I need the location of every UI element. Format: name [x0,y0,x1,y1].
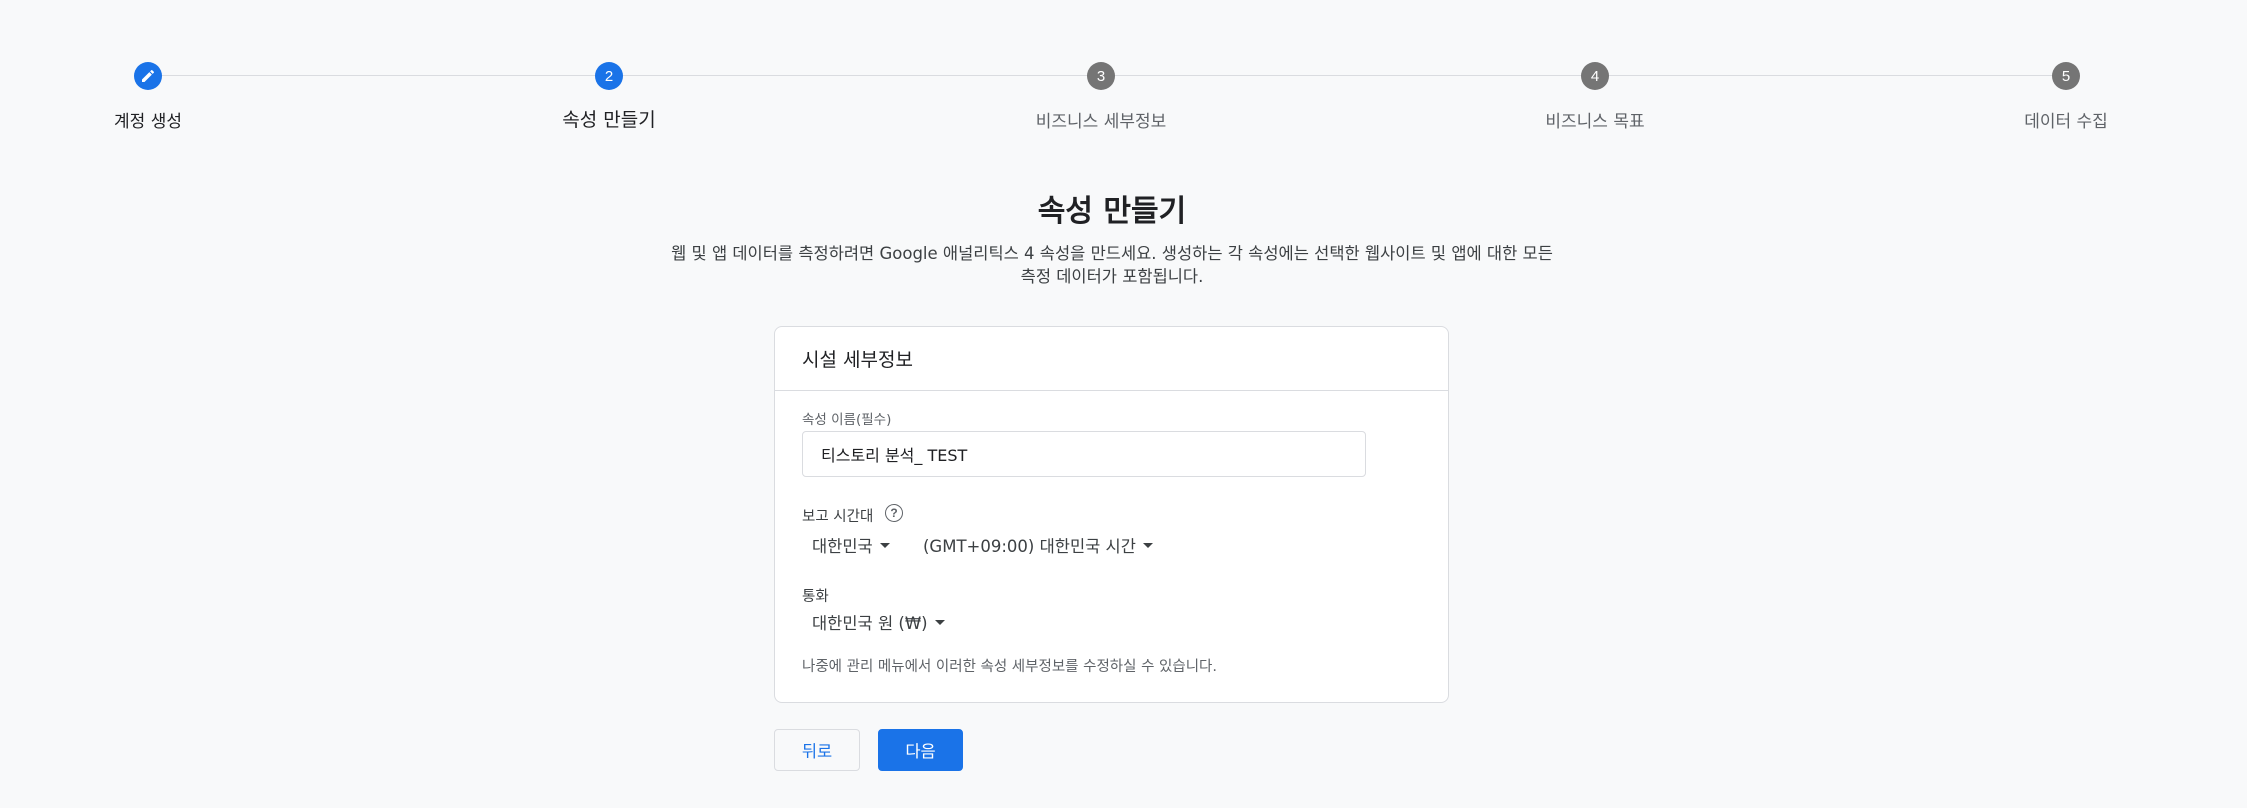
timezone-label: 보고 시간대 [802,509,874,525]
step-create-account: 계정 생성 [18,62,278,132]
step-label: 비즈니스 목표 [1545,112,1645,132]
card-header: 시설 세부정보 [775,327,1448,391]
step-label: 데이터 수집 [2024,112,2108,132]
step-label: 속성 만들기 [562,109,656,131]
caret-down-icon [1142,542,1153,548]
currency-label: 통화 [802,589,829,605]
currency-select-value: 대한민국 원 (₩) [812,614,928,633]
step-circle-done [134,62,162,90]
property-name-label: 속성 이름(필수) [802,412,892,428]
step-label: 계정 생성 [114,112,182,132]
step-business-goals: 4 비즈니스 목표 [1465,62,1725,132]
timezone-select-value: (GMT+09:00) 대한민국 시간 [923,537,1136,556]
edit-later-note: 나중에 관리 메뉴에서 이러한 속성 세부정보를 수정하실 수 있습니다. [802,659,1217,675]
step-number: 2 [595,62,623,90]
timezone-select[interactable]: (GMT+09:00) 대한민국 시간 [923,533,1153,557]
next-button[interactable]: 다음 [878,729,963,771]
page-description: 웹 및 앱 데이터를 측정하려면 Google 애널리틱스 4 속성을 만드세요… [652,242,1572,288]
back-button[interactable]: 뒤로 [774,729,860,771]
description-line: 웹 및 앱 데이터를 측정하려면 Google 애널리틱스 4 속성을 만드세요… [671,244,1553,263]
step-create-property: 2 속성 만들기 [479,62,739,132]
pencil-icon [142,69,155,82]
page-title: 속성 만들기 [1037,194,1187,229]
country-select[interactable]: 대한민국 [812,533,890,557]
stepper: 계정 생성 2 속성 만들기 3 비즈니스 세부정보 4 비즈니스 목표 5 데… [0,0,2247,140]
caret-down-icon [934,619,945,625]
step-label: 비즈니스 세부정보 [1035,112,1167,132]
country-select-value: 대한민국 [812,537,873,556]
step-number: 3 [1087,62,1115,90]
step-data-collection: 5 데이터 수집 [1936,62,2196,132]
step-number: 5 [2052,62,2080,90]
description-line: 측정 데이터가 포함됩니다. [1020,267,1204,286]
currency-select[interactable]: 대한민국 원 (₩) [812,610,945,634]
caret-down-icon [879,542,890,548]
step-number: 4 [1581,62,1609,90]
step-business-details: 3 비즈니스 세부정보 [971,62,1231,132]
property-name-input[interactable] [802,431,1366,477]
help-circle-icon[interactable]: ? [885,504,903,522]
property-details-card: 시설 세부정보 속성 이름(필수) 보고 시간대 ? 대한민국 (GMT+09:… [774,326,1449,703]
